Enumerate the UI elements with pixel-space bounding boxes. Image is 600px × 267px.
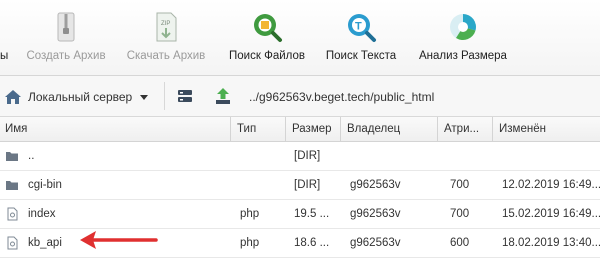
search-text-button[interactable]: T Поиск Текста <box>318 0 404 75</box>
table-row[interactable]: cgi-bin [DIR] g962563v 700 12.02.2019 16… <box>0 171 600 200</box>
row-owner: g962563v <box>350 208 401 220</box>
toolbar: ы Создать Архив ZIP Скачать Архив Поиск … <box>0 0 600 76</box>
row-modified: 12.02.2019 16:49... <box>502 179 600 191</box>
analyze-size-label: Анализ Размера <box>419 50 507 62</box>
search-files-icon <box>254 14 282 42</box>
row-type: php <box>240 208 260 220</box>
row-type: php <box>240 237 260 249</box>
header-divider <box>340 117 341 141</box>
row-size: [DIR] <box>294 150 321 162</box>
path-bar: Локальный сервер ../g962563v.beget.tech/… <box>0 76 600 117</box>
folder-icon <box>6 181 18 190</box>
search-files-label: Поиск Файлов <box>229 50 305 62</box>
server-label: Локальный сервер <box>28 90 133 104</box>
current-path[interactable]: ../g962563v.beget.tech/public_html <box>249 90 434 104</box>
row-name: .. <box>28 150 35 162</box>
row-owner: g962563v <box>350 179 401 191</box>
row-owner: g962563v <box>350 237 401 249</box>
chevron-down-icon <box>140 94 149 100</box>
row-size: [DIR] <box>294 179 321 191</box>
path-separator <box>164 82 165 110</box>
row-name: cgi-bin <box>28 179 62 191</box>
zip-file-icon: ZIP <box>156 12 177 42</box>
header-divider <box>437 117 438 141</box>
table-row[interactable]: .. [DIR] <box>0 142 600 171</box>
row-attrs: 700 <box>450 179 470 191</box>
folder-icon <box>6 152 18 161</box>
download-archive-button[interactable]: ZIP Скачать Архив <box>120 0 212 75</box>
analyze-size-button[interactable]: Анализ Размера <box>410 0 516 75</box>
toolbar-button-partial[interactable]: ы <box>0 0 12 75</box>
row-name: kb_api <box>28 237 62 249</box>
file-icon <box>7 207 18 221</box>
svg-text:ZIP: ZIP <box>161 21 170 27</box>
zip-archive-icon <box>57 12 75 42</box>
row-size: 18.6 ... <box>294 237 330 249</box>
header-owner[interactable]: Владелец <box>347 123 400 135</box>
header-size[interactable]: Размер <box>292 123 332 135</box>
row-modified: 18.02.2019 13:40... <box>502 237 600 249</box>
header-divider <box>492 117 493 141</box>
header-attrs[interactable]: Атри... <box>444 123 479 135</box>
header-divider <box>285 117 286 141</box>
toolbar-partial-label: ы <box>0 50 9 62</box>
header-type[interactable]: Тип <box>237 123 256 135</box>
create-archive-label: Создать Архив <box>26 50 106 62</box>
row-name: index <box>28 208 56 220</box>
server-dropdown[interactable]: Локальный сервер <box>4 88 149 106</box>
search-text-label: Поиск Текста <box>325 50 397 62</box>
row-size: 19.5 ... <box>294 208 330 220</box>
upload-folder-icon[interactable] <box>214 87 232 105</box>
annotation-arrow-icon <box>80 231 158 249</box>
pie-chart-icon <box>450 14 476 41</box>
home-icon <box>5 90 21 104</box>
header-name[interactable]: Имя <box>5 123 27 135</box>
search-files-button[interactable]: Поиск Файлов <box>222 0 312 75</box>
search-text-icon: T <box>348 14 376 42</box>
row-modified: 15.02.2019 16:49... <box>502 208 600 220</box>
row-attrs: 600 <box>450 237 470 249</box>
create-archive-button[interactable]: Создать Архив <box>20 0 112 75</box>
table-header: Имя Тип Размер Владелец Атри... Изменён <box>0 117 600 142</box>
header-modified[interactable]: Изменён <box>499 123 546 135</box>
row-attrs: 700 <box>450 208 470 220</box>
file-icon <box>7 236 18 250</box>
svg-text:T: T <box>355 21 362 33</box>
server-icon[interactable] <box>176 87 194 105</box>
download-archive-label: Скачать Архив <box>126 50 206 62</box>
header-divider <box>230 117 231 141</box>
